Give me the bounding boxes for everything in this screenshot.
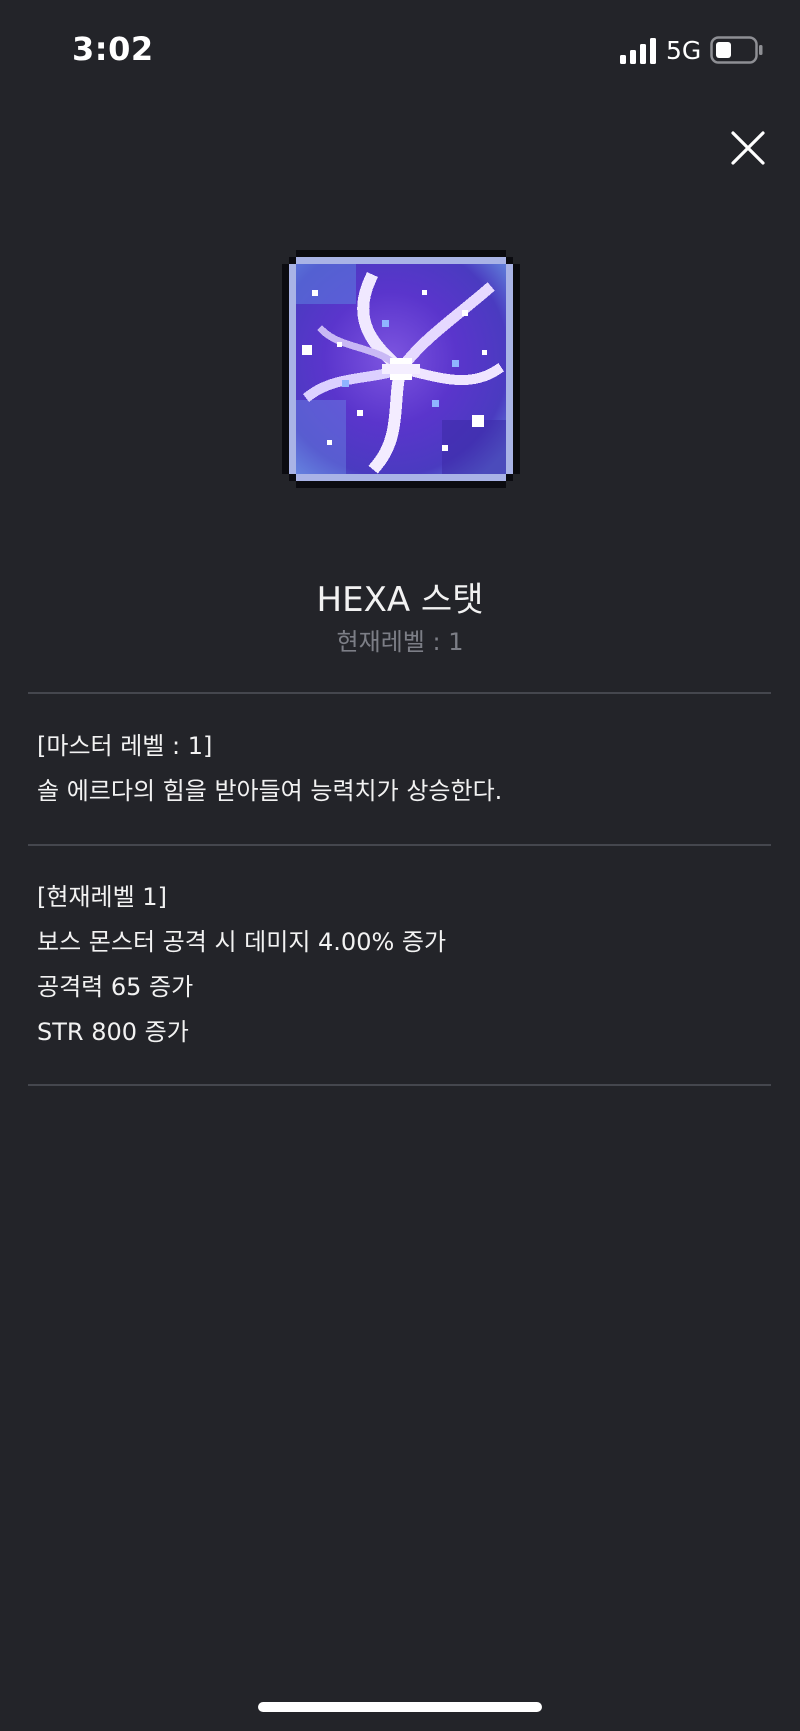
divider (28, 844, 771, 846)
effect-line: 공격력 65 증가 (37, 973, 194, 1001)
master-level-header: [마스터 레벨 : 1] (37, 732, 213, 760)
effect-line: 보스 몬스터 공격 시 데미지 4.00% 증가 (37, 928, 447, 956)
divider (28, 692, 771, 694)
master-level-section: [마스터 레벨 : 1] 솔 에르다의 힘을 받아들여 능력치가 상승한다. (37, 724, 767, 814)
status-time: 3:02 (72, 30, 154, 68)
current-level-header: [현재레벨 1] (37, 883, 167, 911)
skill-title: HEXA 스탯 (316, 580, 484, 620)
skill-description: 솔 에르다의 힘을 받아들여 능력치가 상승한다. (37, 777, 503, 805)
effect-line: STR 800 증가 (37, 1018, 189, 1046)
current-level-label: 현재레벨 : 1 (336, 628, 464, 656)
status-bar: 3:02 5G (0, 0, 800, 100)
close-icon[interactable] (728, 128, 768, 168)
home-indicator[interactable] (258, 1702, 542, 1712)
battery-icon (710, 36, 763, 64)
network-label: 5G (666, 36, 702, 65)
current-level-section: [현재레벨 1] 보스 몬스터 공격 시 데미지 4.00% 증가 공격력 65… (37, 875, 767, 1055)
hexa-stat-swirl-icon (282, 250, 520, 488)
signal-icon (620, 38, 656, 64)
divider (28, 1084, 771, 1086)
